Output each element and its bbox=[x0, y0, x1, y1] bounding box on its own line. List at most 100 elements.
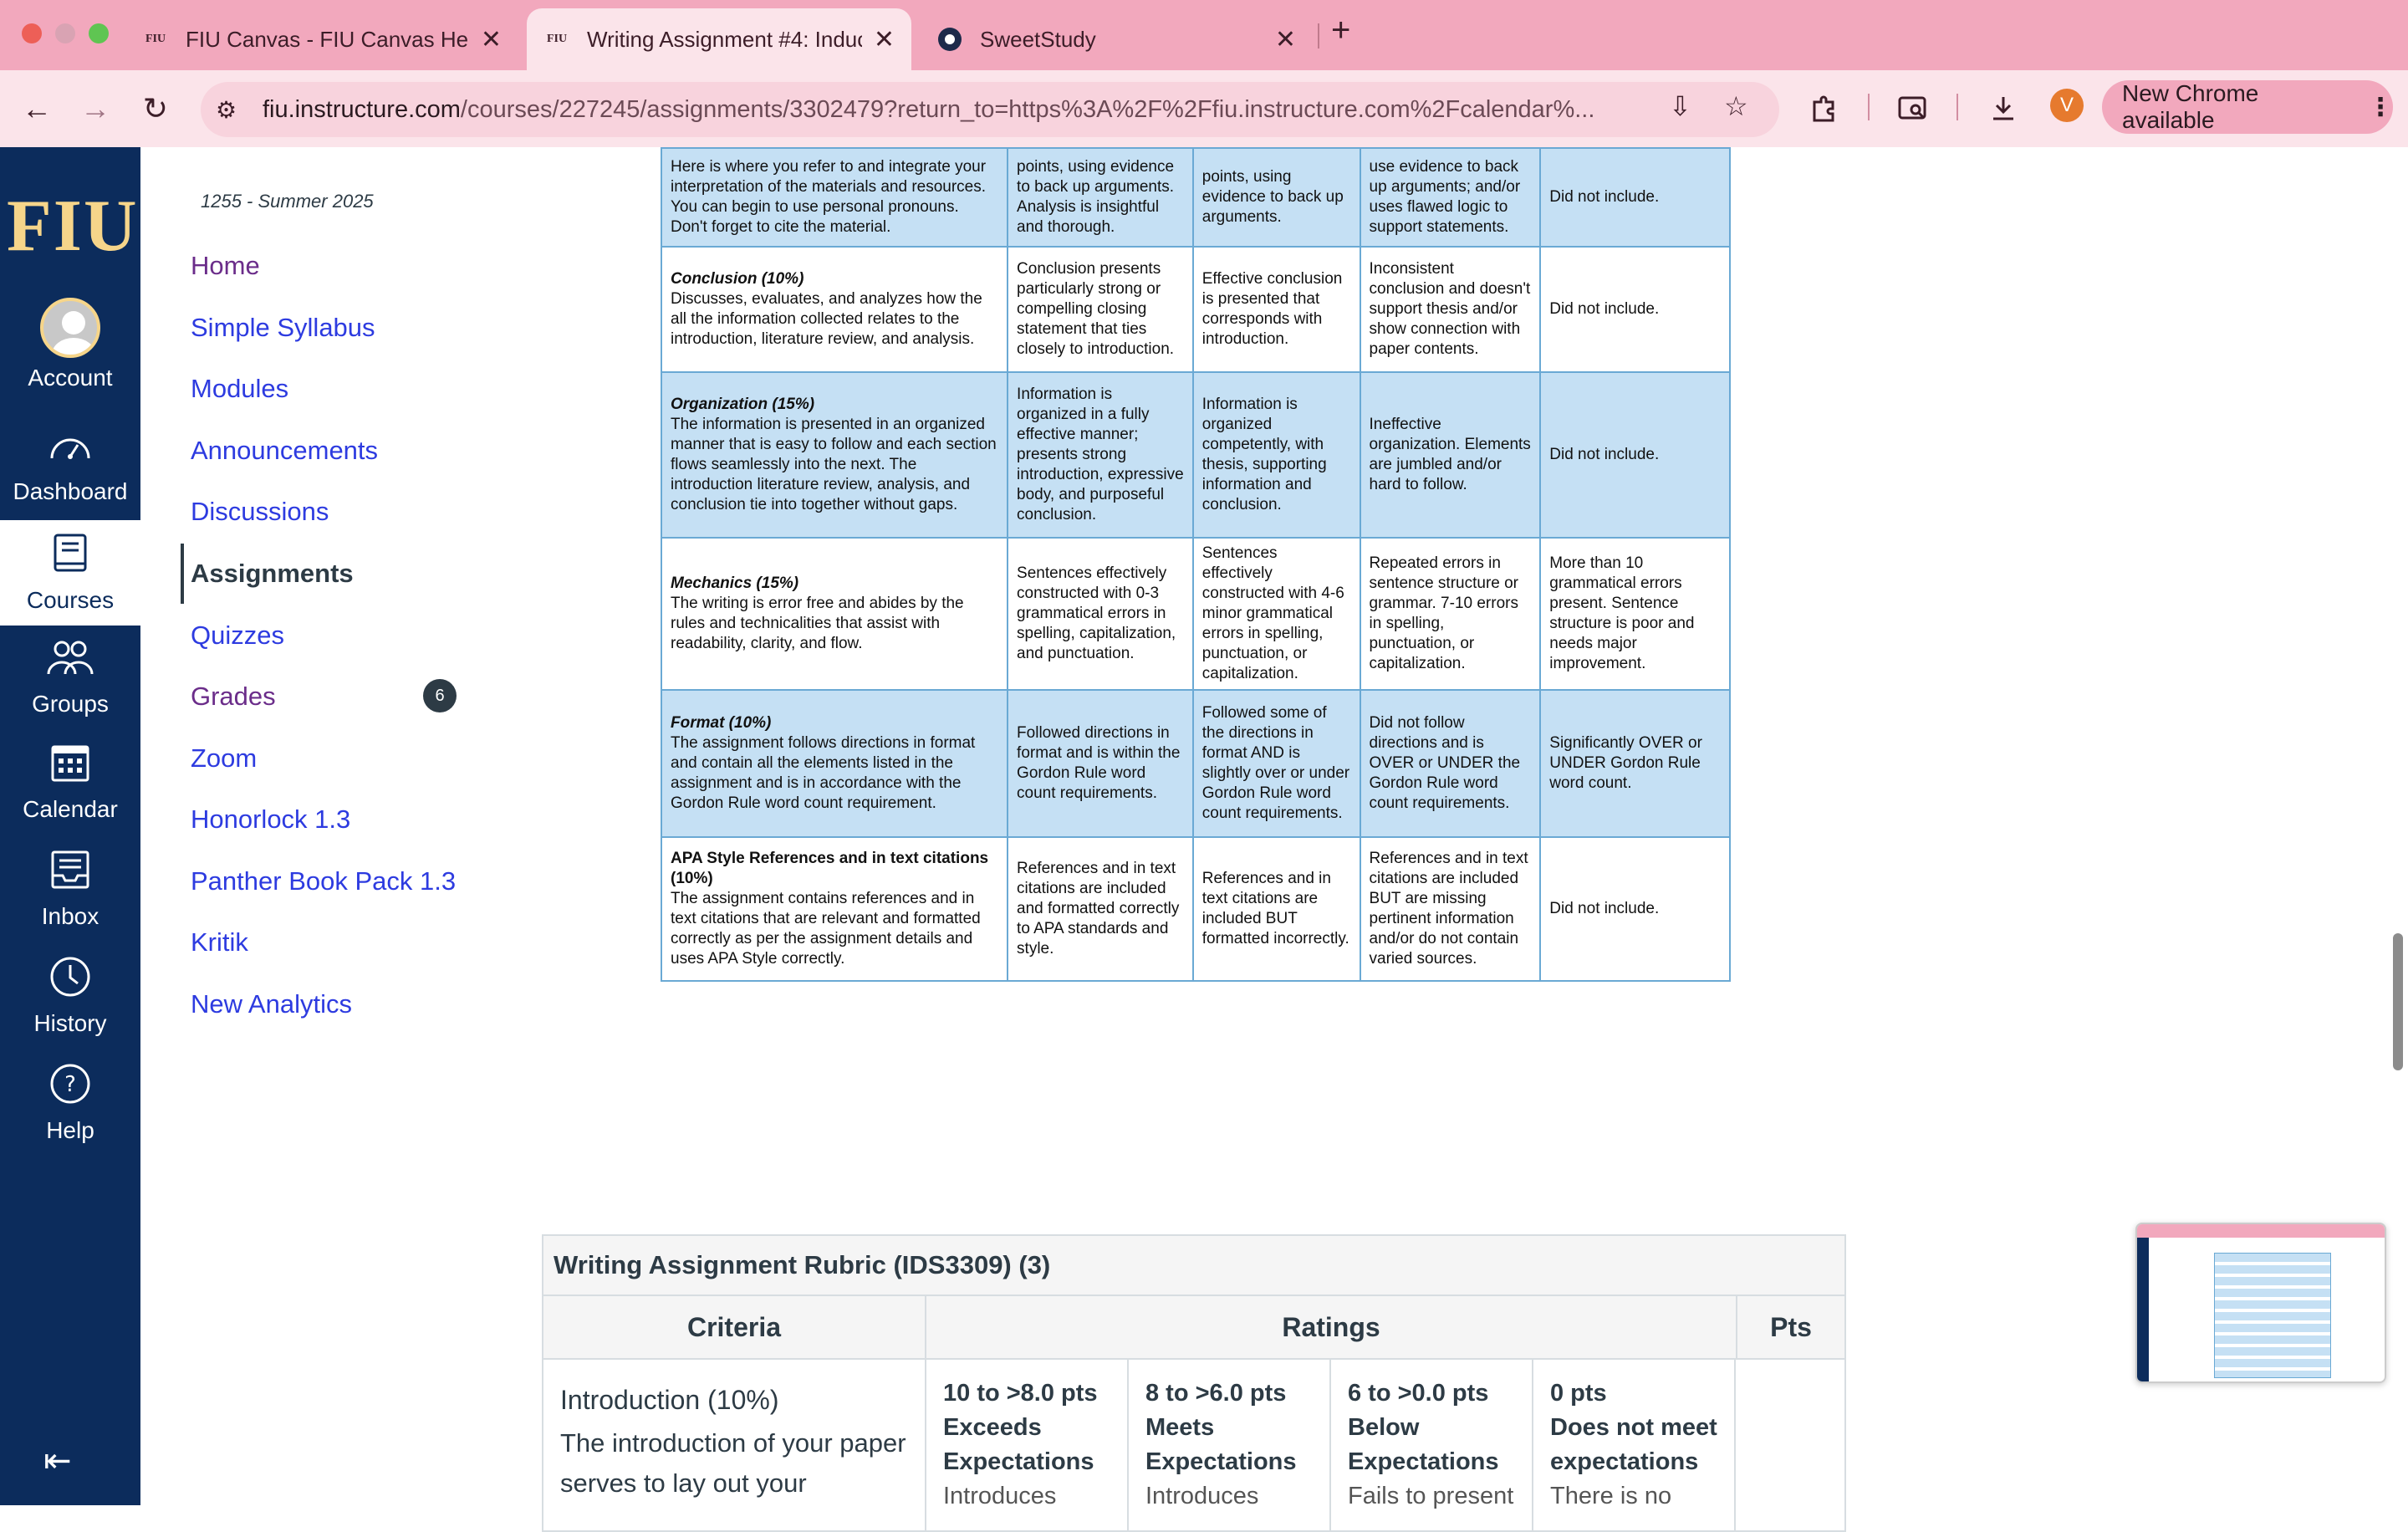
course-nav-modules[interactable]: Modules bbox=[191, 374, 288, 404]
course-nav-announcements[interactable]: Announcements bbox=[191, 436, 378, 466]
global-nav-label: Groups bbox=[32, 691, 109, 717]
extensions-puzzle-icon[interactable] bbox=[1804, 89, 1844, 129]
global-nav-label: Calendar bbox=[23, 796, 118, 822]
toolbar-separator bbox=[1956, 94, 1958, 120]
course-nav-simple-syllabus[interactable]: Simple Syllabus bbox=[191, 313, 375, 343]
close-tab-icon[interactable]: ✕ bbox=[874, 25, 895, 54]
rubric-image-rating-cell: Followed some of the directions in forma… bbox=[1191, 689, 1361, 838]
rubric-image-rating-cell: use evidence to back up arguments; and/o… bbox=[1359, 147, 1542, 248]
dashboard-icon bbox=[45, 420, 95, 470]
rubric-image-rating-cell: Effective conclusion is presented that c… bbox=[1191, 246, 1361, 373]
global-nav-courses[interactable]: Courses bbox=[0, 520, 140, 626]
global-nav-calendar[interactable]: Calendar bbox=[0, 738, 140, 843]
rubric-image-row: Conclusion (10%) Discusses, evaluates, an… bbox=[660, 246, 1731, 373]
rating-exceeds[interactable]: 10 to >8.0 pts Exceeds Expectations Intr… bbox=[926, 1360, 1129, 1530]
course-nav-honorlock[interactable]: Honorlock 1.3 bbox=[191, 804, 350, 835]
rating-label: Does not meet expectations bbox=[1550, 1414, 1717, 1475]
rubric-image-rating-cell: Inconsistent conclusion and doesn't supp… bbox=[1359, 246, 1542, 373]
minimize-window-button[interactable] bbox=[55, 23, 75, 43]
thumbnail-tabbar bbox=[2137, 1224, 2385, 1238]
rubric-image-table: Here is where you refer to and integrate… bbox=[660, 147, 1731, 982]
course-term: 1255 - Summer 2025 bbox=[201, 191, 374, 212]
rating-below[interactable]: 6 to >0.0 pts Below Expectations Fails t… bbox=[1331, 1360, 1533, 1530]
global-nav-label: Inbox bbox=[41, 903, 99, 929]
global-nav-account[interactable]: Account bbox=[0, 298, 140, 403]
fiu-favicon-icon: FIU bbox=[546, 33, 568, 45]
course-nav-home[interactable]: Home bbox=[191, 251, 260, 281]
rubric-image-rating-cell: Sentences effectively constructed with 0… bbox=[1007, 537, 1194, 691]
global-nav-dashboard[interactable]: Dashboard bbox=[0, 420, 140, 525]
rubric-image-criterion: Format (10%) The assignment follows direc… bbox=[660, 689, 1009, 838]
global-nav-label: Help bbox=[46, 1117, 94, 1143]
site-settings-icon[interactable]: ⚙ bbox=[216, 96, 249, 124]
rubric-image-rating-cell: Sentences effectively constructed with 4… bbox=[1191, 537, 1361, 691]
rubric-image-rating-cell: Followed directions in format and is wit… bbox=[1007, 689, 1194, 838]
rubric-image-rating-cell: Conclusion presents particularly strong … bbox=[1007, 246, 1194, 373]
new-tab-icon[interactable]: + bbox=[1331, 12, 1350, 49]
criterion-cell: Introduction (10%) The introduction of y… bbox=[543, 1360, 926, 1530]
new-chrome-available-button[interactable]: New Chrome available ⋮ bbox=[2102, 80, 2393, 134]
inbox-icon bbox=[45, 845, 95, 895]
tab-search-icon[interactable] bbox=[1893, 89, 1933, 129]
forward-arrow-icon[interactable]: → bbox=[75, 89, 115, 129]
global-navigation: FIU Account Dashboard Courses Groups Cal… bbox=[0, 147, 140, 1505]
rubric-column-headers: Criteria Ratings Pts bbox=[543, 1296, 1844, 1360]
help-icon: ? bbox=[45, 1059, 95, 1109]
kebab-menu-icon[interactable]: ⋮ bbox=[2368, 93, 2393, 122]
close-tab-icon[interactable]: ✕ bbox=[481, 25, 502, 54]
rubric-image-criterion: APA Style References and in text citatio… bbox=[660, 836, 1009, 982]
global-nav-label: Courses bbox=[26, 587, 115, 613]
back-arrow-icon[interactable]: ← bbox=[17, 89, 57, 129]
criterion-title: APA Style References and in text citatio… bbox=[671, 850, 989, 887]
global-nav-groups[interactable]: Groups bbox=[0, 632, 140, 738]
close-tab-icon[interactable]: ✕ bbox=[1275, 25, 1296, 54]
course-nav-assignments[interactable]: Assignments bbox=[191, 559, 354, 589]
global-nav-help[interactable]: ? Help bbox=[0, 1059, 140, 1164]
profile-avatar[interactable]: V bbox=[2050, 89, 2084, 122]
browser-tab-writing-assignment[interactable]: FIU Writing Assignment #4: Induc ✕ bbox=[527, 8, 911, 70]
course-nav-discussions[interactable]: Discussions bbox=[191, 497, 329, 527]
downloads-icon[interactable] bbox=[1983, 89, 2023, 129]
page-scrollbar-thumb[interactable] bbox=[2393, 933, 2403, 1070]
rubric-image-rating-cell: Repeated errors in sentence structure or… bbox=[1359, 537, 1542, 691]
global-nav-label: History bbox=[33, 1010, 107, 1036]
course-nav-kritik[interactable]: Kritik bbox=[191, 927, 248, 958]
rubric-image-criterion: Here is where you refer to and integrate… bbox=[660, 147, 1009, 248]
courses-icon bbox=[45, 529, 95, 579]
fiu-logo[interactable]: FIU bbox=[7, 184, 139, 268]
course-nav-quizzes[interactable]: Quizzes bbox=[191, 620, 284, 651]
criterion-description: Discusses, evaluates, and analyzes how t… bbox=[671, 290, 982, 348]
course-nav-new-analytics[interactable]: New Analytics bbox=[191, 989, 352, 1019]
course-navigation: 1255 - Summer 2025 Home Simple Syllabus … bbox=[140, 147, 525, 1505]
criterion-description: The introduction of your paper serves to… bbox=[560, 1428, 906, 1498]
tab-title: FIU Canvas - FIU Canvas Help bbox=[186, 26, 469, 52]
browser-tab-fiu-canvas-help[interactable]: FIU FIU Canvas - FIU Canvas Help ✕ bbox=[125, 8, 518, 70]
close-window-button[interactable] bbox=[22, 23, 42, 43]
rating-meets[interactable]: 8 to >6.0 pts Meets Expectations Introdu… bbox=[1129, 1360, 1331, 1530]
url-text[interactable]: fiu.instructure.com/courses/227245/assig… bbox=[263, 96, 1659, 124]
tab-separator bbox=[1318, 23, 1319, 49]
rating-label: Exceeds Expectations bbox=[943, 1414, 1094, 1475]
course-nav-grades[interactable]: Grades bbox=[191, 682, 276, 712]
install-app-icon[interactable]: ⇩ bbox=[1669, 90, 1691, 122]
address-bar[interactable]: ⚙ fiu.instructure.com/courses/227245/ass… bbox=[201, 82, 1779, 137]
screenshot-preview-thumbnail[interactable] bbox=[2135, 1223, 2386, 1383]
rubric-image-rating-cell: Did not include. bbox=[1539, 836, 1731, 982]
global-nav-label: Dashboard bbox=[13, 478, 128, 504]
course-nav-zoom[interactable]: Zoom bbox=[191, 743, 257, 774]
rubric-image-rating-cell: Information is organized in a fully effe… bbox=[1007, 371, 1194, 539]
bookmark-star-icon[interactable]: ☆ bbox=[1724, 90, 1748, 122]
global-nav-history[interactable]: History bbox=[0, 952, 140, 1057]
maximize-window-button[interactable] bbox=[89, 23, 109, 43]
rubric-image-criterion: Mechanics (15%) The writing is error free… bbox=[660, 537, 1009, 691]
course-nav-panther-book-pack[interactable]: Panther Book Pack 1.3 bbox=[191, 866, 456, 896]
rubric-image-rating-cell: Did not include. bbox=[1539, 147, 1731, 248]
criteria-header: Criteria bbox=[543, 1296, 926, 1358]
browser-tab-strip: FIU FIU Canvas - FIU Canvas Help ✕ FIU W… bbox=[0, 0, 2408, 70]
global-nav-inbox[interactable]: Inbox bbox=[0, 845, 140, 950]
reload-icon[interactable]: ↻ bbox=[135, 89, 176, 129]
grades-count-badge: 6 bbox=[423, 679, 457, 712]
rating-does-not-meet[interactable]: 0 pts Does not meet expectations There i… bbox=[1533, 1360, 1736, 1530]
browser-tab-sweetstudy[interactable]: SweetStudy ✕ bbox=[920, 8, 1313, 70]
collapse-nav-icon[interactable]: ⇤ bbox=[43, 1442, 72, 1480]
